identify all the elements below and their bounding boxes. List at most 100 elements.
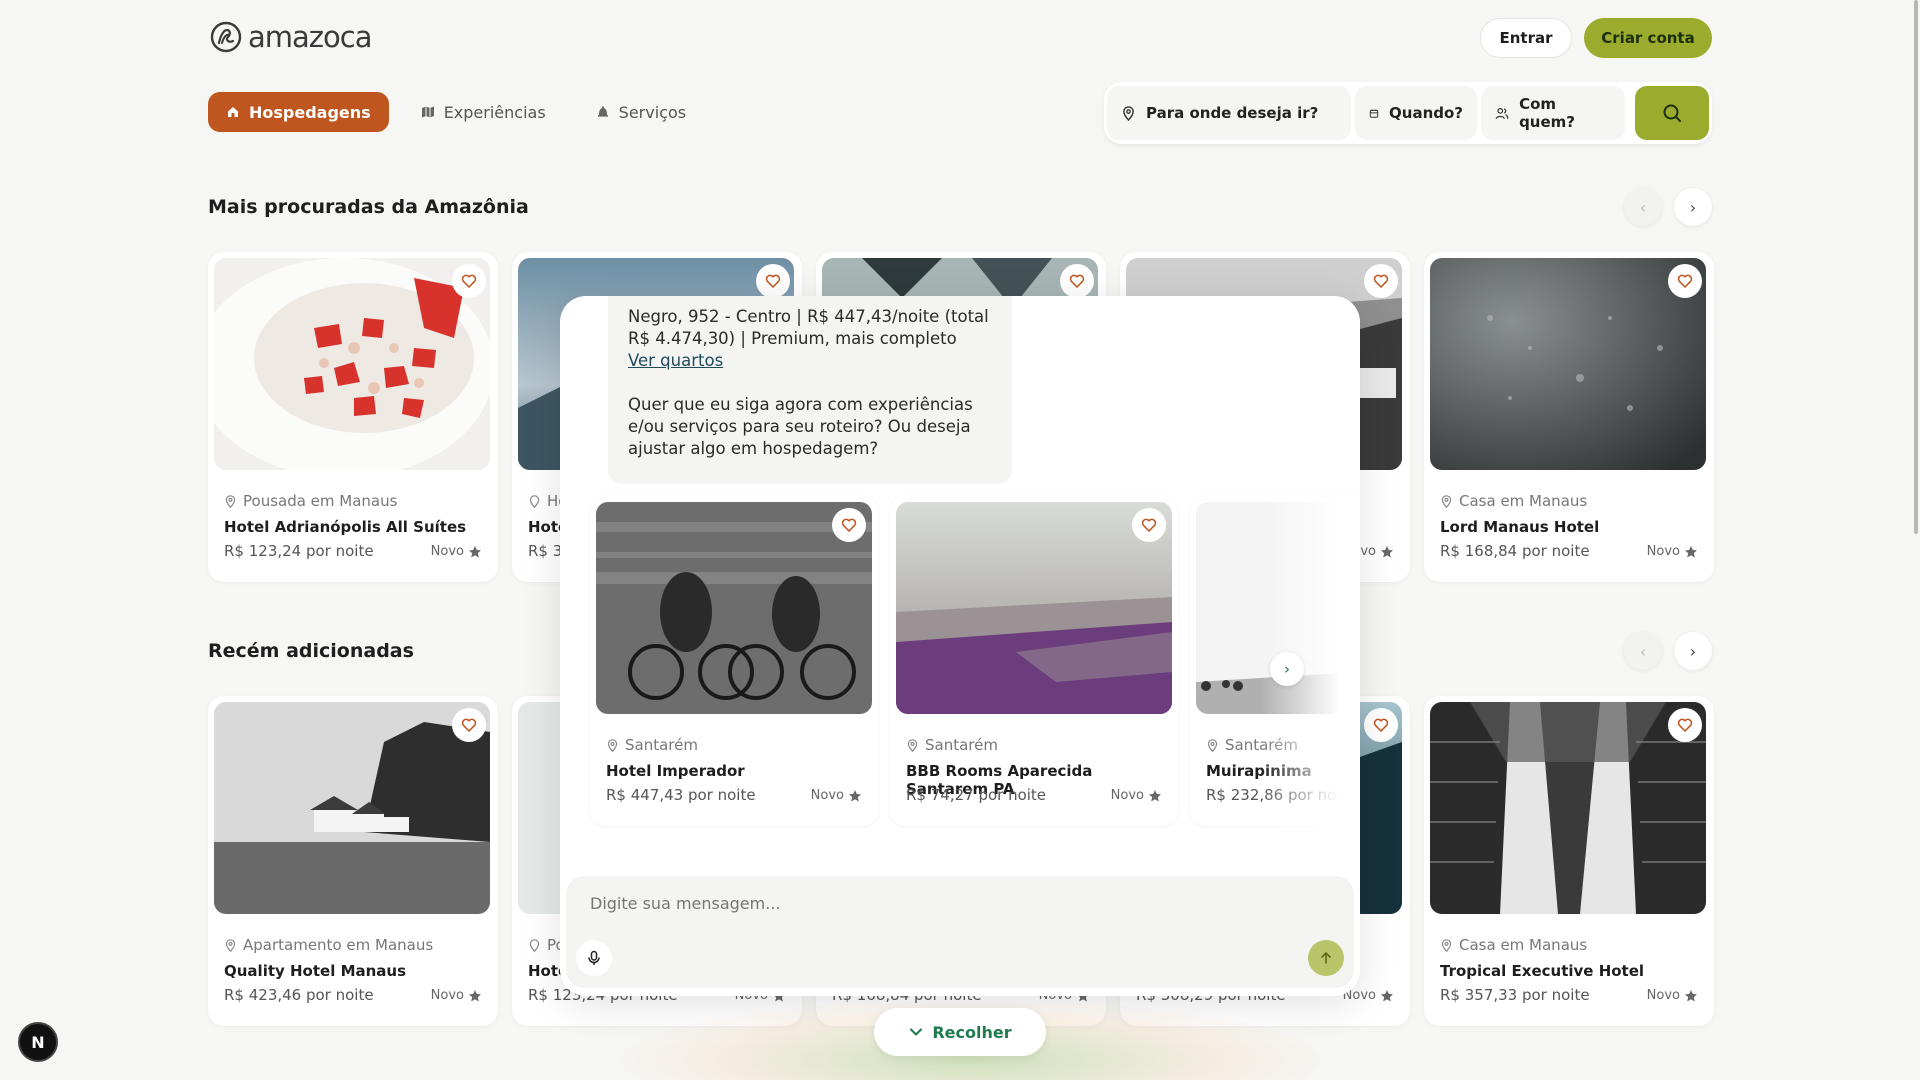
listing-name: Tropical Executive Hotel bbox=[1440, 962, 1645, 980]
listing-badge: Novo bbox=[811, 788, 862, 803]
heart-icon bbox=[841, 518, 857, 533]
star-icon bbox=[1149, 789, 1161, 801]
favorite-button[interactable] bbox=[832, 508, 866, 542]
tab-label: Experiências bbox=[443, 102, 546, 122]
heart-icon bbox=[765, 274, 781, 289]
location-pin-icon bbox=[1441, 494, 1452, 508]
listing-location: Pousada em Manaus bbox=[224, 492, 397, 510]
favorite-button[interactable] bbox=[1132, 508, 1166, 542]
send-message-button[interactable] bbox=[1308, 940, 1344, 976]
listing-name: Hotel Imperador bbox=[606, 762, 745, 780]
listing-price: R$ 123,24 por noite bbox=[224, 542, 374, 560]
star-icon bbox=[1381, 989, 1393, 1001]
carousel-next-button[interactable]: › bbox=[1674, 632, 1712, 670]
heart-icon bbox=[1677, 274, 1693, 289]
listing-photo bbox=[1430, 258, 1706, 470]
listing-badge: Novo bbox=[1647, 988, 1698, 1003]
favorite-button[interactable] bbox=[452, 708, 486, 742]
listing-card[interactable]: Casa em Manaus Tropical Executive Hotel … bbox=[1424, 696, 1714, 1026]
voice-input-button[interactable] bbox=[576, 940, 612, 976]
brand-logo[interactable]: amazoca bbox=[210, 20, 372, 54]
star-icon bbox=[469, 989, 481, 1001]
heart-icon bbox=[461, 718, 477, 733]
star-icon bbox=[469, 545, 481, 557]
favorite-button[interactable] bbox=[1364, 264, 1398, 298]
listing-name: Lord Manaus Hotel bbox=[1440, 518, 1600, 536]
listing-name: Quality Hotel Manaus bbox=[224, 962, 407, 980]
search-icon bbox=[1663, 104, 1681, 122]
chevron-down-icon bbox=[910, 1028, 923, 1036]
view-rooms-link[interactable]: Ver quartos bbox=[628, 351, 723, 370]
listing-price: R$ 74,27 por noite bbox=[906, 786, 1047, 804]
heart-icon bbox=[1373, 718, 1389, 733]
tab-servicos[interactable]: Serviços bbox=[578, 92, 704, 132]
star-icon bbox=[849, 789, 861, 801]
heart-icon bbox=[1677, 718, 1693, 733]
location-pin-icon bbox=[1123, 105, 1134, 121]
home-icon bbox=[228, 107, 238, 117]
category-tabs: Hospedagens Experiências Serviços bbox=[208, 92, 704, 132]
chat-listing-card[interactable]: Santarém Hotel Imperador R$ 447,43 por n… bbox=[590, 496, 878, 826]
listing-badge: Novo bbox=[1343, 988, 1394, 1003]
favorite-button[interactable] bbox=[1060, 264, 1094, 298]
collapse-chat-button[interactable]: Recolher bbox=[874, 1008, 1046, 1056]
favorite-button[interactable] bbox=[452, 264, 486, 298]
chevron-left-icon: ‹ bbox=[1639, 641, 1647, 661]
calendar-icon bbox=[1369, 108, 1379, 118]
listing-photo bbox=[596, 502, 872, 714]
chat-listing-card[interactable]: Santarém BBB Rooms Aparecida Santarem PA… bbox=[890, 496, 1178, 826]
listing-badge: Novo bbox=[431, 544, 482, 559]
location-pin-icon bbox=[225, 938, 236, 952]
favorite-button[interactable] bbox=[1364, 708, 1398, 742]
listing-card[interactable]: Casa em Manaus Lord Manaus Hotel R$ 168,… bbox=[1424, 252, 1714, 582]
chat-message-input[interactable] bbox=[590, 894, 1290, 913]
destination-field[interactable]: Para onde deseja ir? bbox=[1107, 86, 1351, 140]
listing-card[interactable]: Pousada em Manaus Hotel Adrianópolis All… bbox=[208, 252, 498, 582]
signup-button[interactable]: Criar conta bbox=[1584, 18, 1712, 58]
users-icon bbox=[1495, 107, 1509, 119]
carousel-prev-button[interactable]: ‹ bbox=[1624, 632, 1662, 670]
listing-name: Hotel Adrianópolis All Suítes bbox=[224, 518, 467, 536]
star-icon bbox=[1685, 989, 1697, 1001]
login-button[interactable]: Entrar bbox=[1480, 18, 1572, 58]
listing-photo bbox=[896, 502, 1172, 714]
listing-price: R$ 168,84 por noite bbox=[1440, 542, 1590, 560]
tab-label: Hospedagens bbox=[249, 102, 371, 122]
star-icon bbox=[1381, 545, 1393, 557]
brand-name: amazoca bbox=[248, 20, 372, 54]
tab-experiencias[interactable]: Experiências bbox=[403, 92, 564, 132]
guests-field[interactable]: Com quem? bbox=[1481, 86, 1625, 140]
listing-badge: Novo bbox=[1647, 544, 1698, 559]
star-icon bbox=[1685, 545, 1697, 557]
search-button[interactable] bbox=[1635, 86, 1709, 140]
carousel-next-button[interactable]: › bbox=[1674, 188, 1712, 226]
date-field[interactable]: Quando? bbox=[1355, 86, 1477, 140]
favorite-button[interactable] bbox=[1668, 264, 1702, 298]
location-pin-icon bbox=[907, 738, 918, 752]
favorite-button[interactable] bbox=[756, 264, 790, 298]
tab-hospedagens[interactable]: Hospedagens bbox=[208, 92, 389, 132]
listing-badge: Novo bbox=[431, 988, 482, 1003]
section-title-most-searched: Mais procuradas da Amazônia bbox=[208, 196, 529, 218]
carousel-prev-button[interactable]: ‹ bbox=[1624, 188, 1662, 226]
page-scrollbar[interactable] bbox=[1914, 0, 1918, 534]
logo-icon bbox=[210, 21, 242, 53]
chat-carousel-next-button[interactable]: › bbox=[1270, 652, 1304, 686]
listing-location: Casa em Manaus bbox=[1440, 492, 1587, 510]
heart-icon bbox=[461, 274, 477, 289]
favorite-button[interactable] bbox=[1668, 708, 1702, 742]
section-title-recently-added: Recém adicionadas bbox=[208, 640, 414, 662]
chat-panel: Negro, 952 - Centro | R$ 447,43/noite (t… bbox=[560, 296, 1360, 996]
location-pin-icon bbox=[607, 738, 618, 752]
listing-location: Santarém bbox=[906, 736, 998, 754]
location-pin-icon bbox=[529, 938, 540, 952]
location-pin-icon bbox=[1441, 938, 1452, 952]
bell-icon bbox=[597, 106, 608, 117]
listing-card[interactable]: Apartamento em Manaus Quality Hotel Mana… bbox=[208, 696, 498, 1026]
listing-location: Santarém bbox=[606, 736, 698, 754]
location-pin-icon bbox=[1207, 738, 1218, 752]
listing-photo bbox=[214, 258, 490, 470]
tab-label: Serviços bbox=[618, 102, 687, 122]
chevron-right-icon: › bbox=[1689, 197, 1697, 217]
dev-tools-badge[interactable]: N bbox=[18, 1022, 58, 1062]
